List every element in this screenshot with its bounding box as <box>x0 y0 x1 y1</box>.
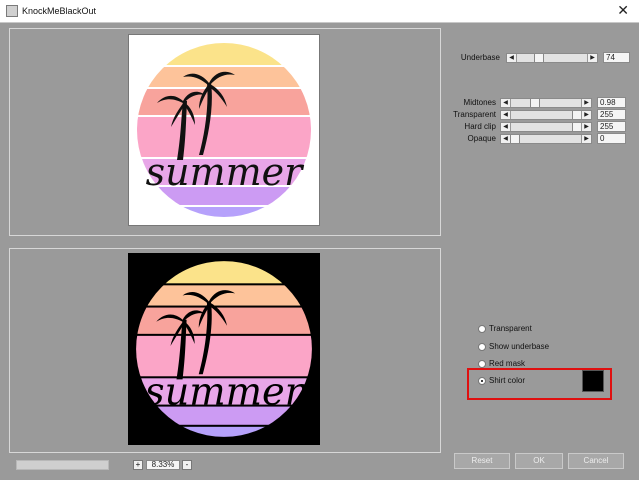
radio-label: Transparent <box>489 324 532 333</box>
slider-left-arrow-icon[interactable]: ◀ <box>501 111 511 119</box>
slider-left-arrow-icon[interactable]: ◀ <box>501 99 511 107</box>
radio-button-icon[interactable] <box>478 360 486 368</box>
opaque-slider-thumb[interactable] <box>510 135 520 143</box>
radio-label: Show underbase <box>489 342 550 351</box>
transparent-value-field[interactable]: 255 <box>597 109 626 120</box>
processed-preview: summer <box>128 253 320 445</box>
midtones-value-field[interactable]: 0.98 <box>597 97 626 108</box>
hard-clip-slider[interactable]: ◀ ▶ <box>500 122 592 132</box>
opaque-label: Opaque <box>467 134 496 143</box>
opaque-value-field[interactable]: 0 <box>597 133 626 144</box>
cancel-button[interactable]: Cancel <box>568 453 624 469</box>
zoom-in-button[interactable]: + <box>133 460 143 470</box>
midtones-slider-thumb[interactable] <box>530 99 540 107</box>
original-artwork: summer <box>137 43 311 217</box>
close-icon[interactable]: ✕ <box>617 3 629 17</box>
slider-left-arrow-icon[interactable]: ◀ <box>507 54 517 62</box>
slider-right-arrow-icon[interactable]: ▶ <box>581 99 591 107</box>
summer-lettering: summer <box>146 150 306 194</box>
app-icon <box>6 5 18 17</box>
slider-right-arrow-icon[interactable]: ▶ <box>581 123 591 131</box>
radio-label: Red mask <box>489 359 526 368</box>
midtones-slider[interactable]: ◀ ▶ <box>500 98 592 108</box>
underbase-slider-thumb[interactable] <box>534 54 544 62</box>
progress-bar <box>16 460 109 470</box>
processed-artwork: summer <box>136 261 312 437</box>
window-title: KnockMeBlackOut <box>22 6 97 16</box>
radio-button-icon[interactable] <box>478 325 486 333</box>
radio-button-icon[interactable] <box>478 343 486 351</box>
slider-right-arrow-icon[interactable]: ▶ <box>581 111 591 119</box>
reset-button[interactable]: Reset <box>454 453 510 469</box>
slider-left-arrow-icon[interactable]: ◀ <box>501 123 511 131</box>
zoom-out-button[interactable]: - <box>182 460 192 470</box>
shirt-color-swatch[interactable] <box>582 370 604 392</box>
original-preview: summer <box>128 34 320 226</box>
ok-button[interactable]: OK <box>515 453 563 469</box>
sunset-stripes-processed <box>136 261 312 437</box>
hard-clip-value-field[interactable]: 255 <box>597 121 626 132</box>
hard-clip-label: Hard clip <box>464 122 496 131</box>
underbase-value-field[interactable]: 74 <box>603 52 630 63</box>
zoom-level-field[interactable]: 8.33% <box>146 460 180 470</box>
slider-right-arrow-icon[interactable]: ▶ <box>581 135 591 143</box>
summer-lettering-processed: summer <box>145 370 306 415</box>
opaque-slider[interactable]: ◀ ▶ <box>500 134 592 144</box>
underbase-label: Underbase <box>460 53 500 62</box>
sunset-stripes <box>137 43 311 217</box>
slider-right-arrow-icon[interactable]: ▶ <box>587 54 597 62</box>
midtones-label: Midtones <box>463 98 496 107</box>
transparent-slider[interactable]: ◀ ▶ <box>500 110 592 120</box>
title-bar: KnockMeBlackOut ✕ <box>0 0 639 23</box>
underbase-slider[interactable]: ◀ ▶ <box>506 53 598 63</box>
transparent-label: Transparent <box>453 110 496 119</box>
